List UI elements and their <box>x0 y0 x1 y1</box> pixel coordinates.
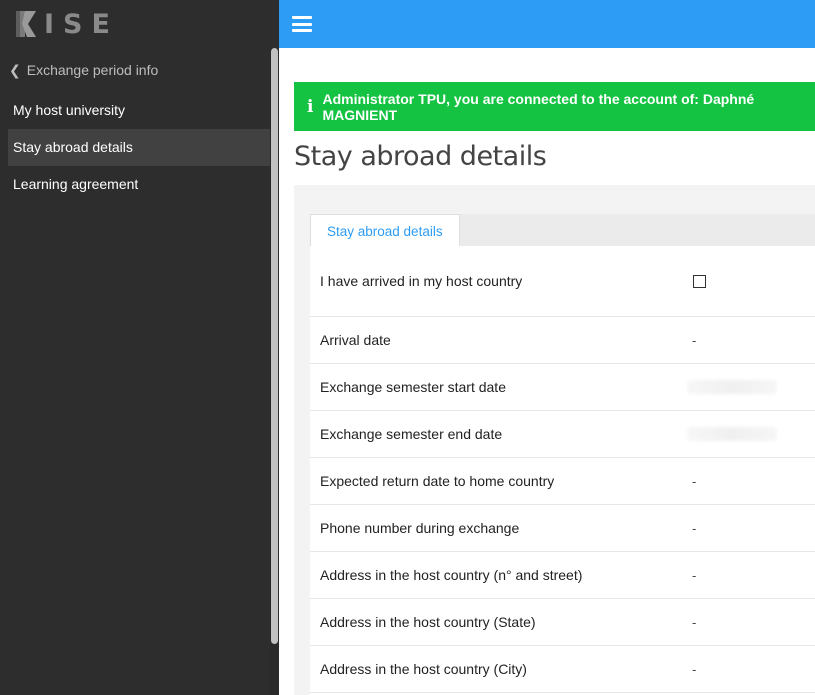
logo[interactable]: ISE <box>0 0 279 48</box>
alert-text: Administrator TPU, you are connected to … <box>322 90 755 123</box>
row-value: - <box>692 661 697 677</box>
table-row: Exchange semester start date <box>310 364 815 411</box>
impersonation-alert: i Administrator TPU, you are connected t… <box>294 82 815 131</box>
tab-strip: Stay abroad details <box>310 214 815 246</box>
row-label: Exchange semester end date <box>320 426 503 442</box>
row-label: Arrival date <box>320 332 391 348</box>
tab-stay-abroad-details[interactable]: Stay abroad details <box>310 214 460 246</box>
sidebar-item-my-host-university[interactable]: My host university <box>8 92 271 129</box>
table-row: Address in the host country (City) - <box>310 646 815 693</box>
row-value: - <box>692 520 697 536</box>
sidebar-back-label: Exchange period info <box>26 62 159 78</box>
table-row: I have arrived in my host country <box>310 246 815 317</box>
row-label: Expected return date to home country <box>320 473 555 489</box>
hamburger-icon[interactable] <box>292 16 312 32</box>
sidebar-back-link[interactable]: ❮ Exchange period info <box>0 48 279 92</box>
main-content: i Administrator TPU, you are connected t… <box>279 48 815 695</box>
info-icon: i <box>307 96 314 117</box>
row-label: Address in the host country (State) <box>320 614 536 630</box>
row-value: - <box>692 567 697 583</box>
row-label: Phone number during exchange <box>320 520 520 536</box>
sidebar-scrollbar[interactable] <box>270 48 279 695</box>
row-label: Exchange semester start date <box>320 379 506 395</box>
top-navbar <box>279 0 815 48</box>
table-row: Arrival date - <box>310 317 815 364</box>
sidebar: ❮ Exchange period info My host universit… <box>0 48 279 695</box>
row-value: - <box>692 332 697 348</box>
table-row: Exchange semester end date <box>310 411 815 458</box>
table-row: Expected return date to home country - <box>310 458 815 505</box>
arrived-checkbox[interactable] <box>693 274 706 288</box>
redacted-value <box>687 427 777 441</box>
table-row: Phone number during exchange - <box>310 505 815 552</box>
chevron-left-icon: ❮ <box>9 61 21 78</box>
row-label: I have arrived in my host country <box>320 273 523 289</box>
logo-mark-icon <box>16 11 36 37</box>
row-label: Address in the host country (n° and stre… <box>320 567 583 583</box>
table-row: Address in the host country (State) - <box>310 599 815 646</box>
sidebar-item-stay-abroad-details[interactable]: Stay abroad details <box>8 129 271 166</box>
redacted-value <box>687 380 777 394</box>
row-value: - <box>692 473 697 489</box>
table-row: Address in the host country (n° and stre… <box>310 552 815 599</box>
logo-text: ISE <box>44 8 119 40</box>
sidebar-scrollbar-thumb[interactable] <box>271 48 278 644</box>
sidebar-item-learning-agreement[interactable]: Learning agreement <box>8 166 271 203</box>
row-value: - <box>692 614 697 630</box>
details-panel: Stay abroad details I have arrived in my… <box>294 185 815 695</box>
page-title: Stay abroad details <box>294 141 547 172</box>
details-table: I have arrived in my host country Arriva… <box>310 246 815 695</box>
row-label: Address in the host country (City) <box>320 661 527 677</box>
